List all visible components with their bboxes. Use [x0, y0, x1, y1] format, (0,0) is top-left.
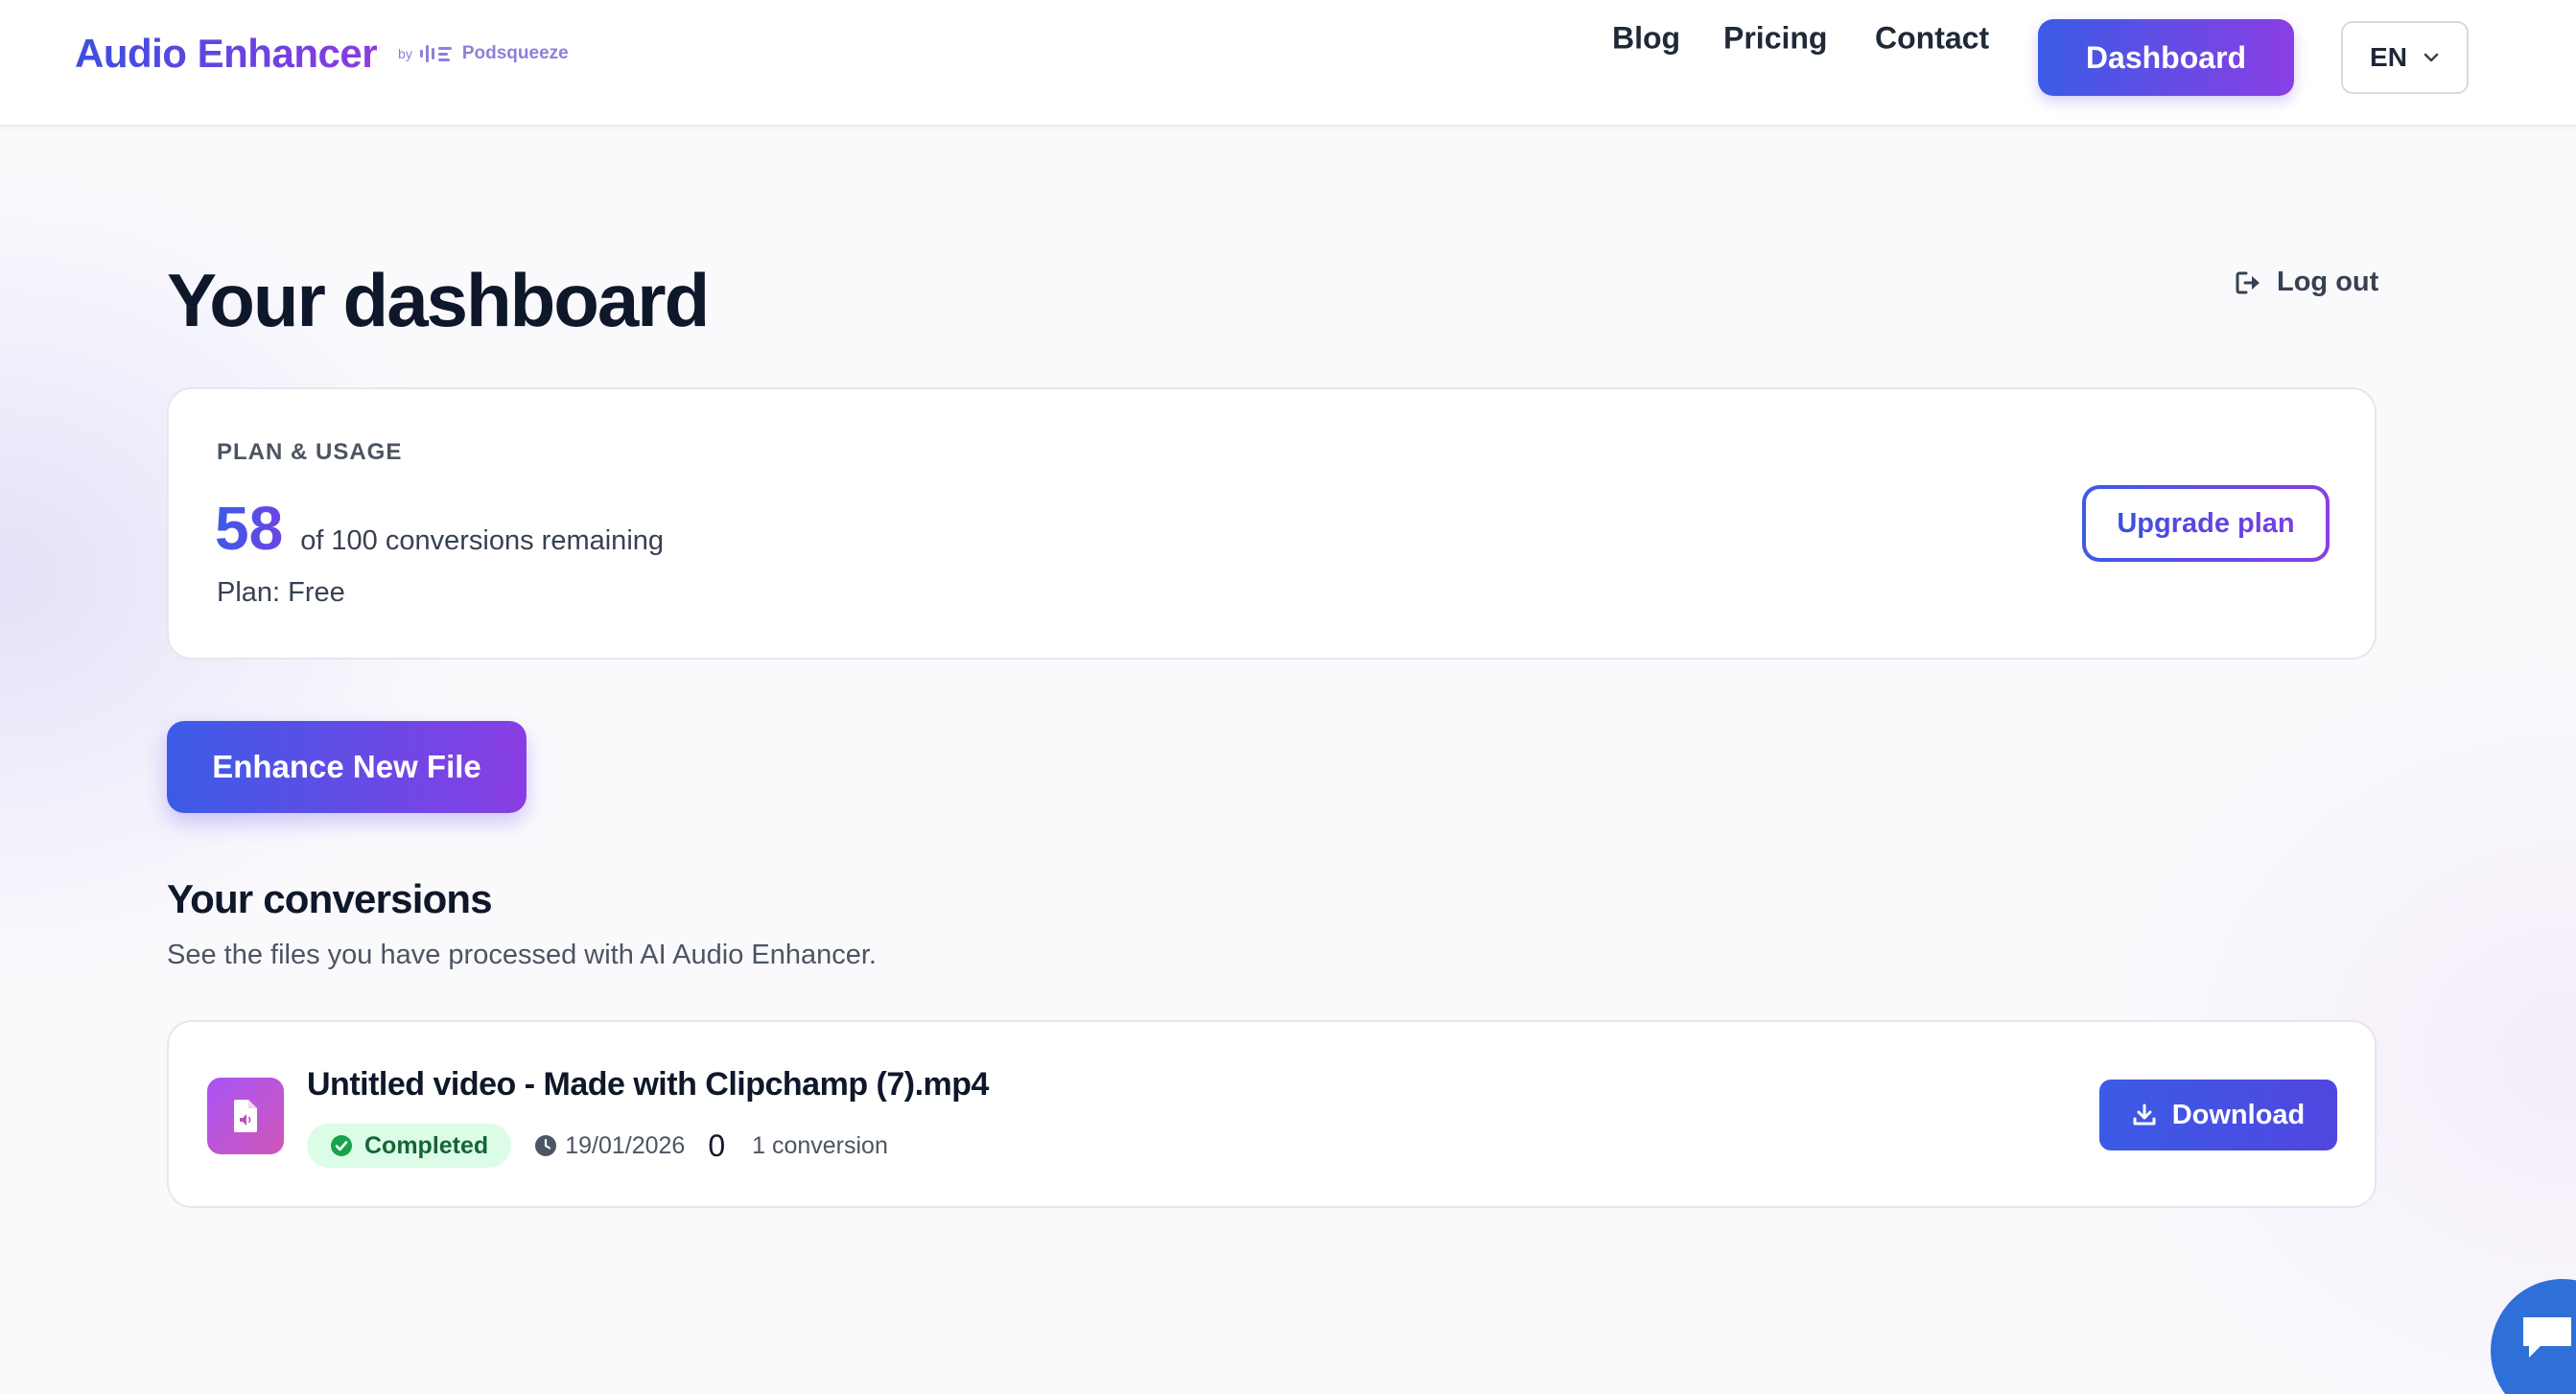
nav-blog[interactable]: Blog: [1612, 21, 1680, 57]
top-header: Audio Enhancer by Podsqueeze Blog Pricin…: [0, 0, 2576, 127]
chevron-down-icon: [2424, 53, 2439, 62]
download-label: Download: [2171, 1099, 2306, 1130]
logout-button[interactable]: Log out: [2235, 267, 2378, 298]
plan-name: Plan: Free: [217, 577, 345, 608]
conversion-count: 1 conversion: [752, 1131, 888, 1159]
logout-label: Log out: [2277, 267, 2379, 297]
counter-value: 0: [708, 1127, 726, 1163]
audio-file-icon: [207, 1078, 284, 1154]
conversion-date: 19/01/2026: [534, 1132, 685, 1160]
chat-icon: [2523, 1317, 2571, 1358]
upgrade-plan-label: Upgrade plan: [2117, 507, 2295, 539]
file-name: Untitled video - Made with Clipchamp (7)…: [307, 1066, 989, 1103]
plan-section-label: PLAN & USAGE: [217, 439, 403, 465]
page-title: Your dashboard: [167, 258, 710, 342]
nav-pricing[interactable]: Pricing: [1723, 21, 1827, 57]
date-value: 19/01/2026: [565, 1131, 686, 1159]
status-label: Completed: [364, 1131, 489, 1159]
check-circle-icon: [331, 1135, 352, 1156]
conversions-title: Your conversions: [167, 876, 493, 921]
remaining-count: 58: [215, 494, 284, 563]
logo-by-label: by: [398, 46, 412, 61]
nav-contact[interactable]: Contact: [1875, 21, 1989, 57]
status-badge: Completed: [307, 1124, 512, 1168]
dashboard-button[interactable]: Dashboard: [2038, 19, 2294, 96]
clock-icon: [535, 1135, 557, 1156]
podsqueeze-logo-icon: [419, 45, 452, 62]
language-value: EN: [2370, 42, 2407, 72]
plan-usage-card: PLAN & USAGE 58 of 100 conversions remai…: [167, 387, 2377, 660]
upgrade-plan-button[interactable]: Upgrade plan: [2082, 485, 2330, 562]
conversions-remaining: 58 of 100 conversions remaining: [215, 493, 664, 564]
logo-byline: by Podsqueeze: [398, 43, 569, 64]
enhance-new-file-button[interactable]: Enhance New File: [167, 721, 527, 813]
logo[interactable]: Audio Enhancer by Podsqueeze: [75, 31, 569, 77]
conversion-list-item: Untitled video - Made with Clipchamp (7)…: [167, 1020, 2377, 1208]
language-select[interactable]: EN: [2341, 21, 2469, 94]
chat-widget-button[interactable]: [2491, 1279, 2576, 1394]
logo-brand: Podsqueeze: [461, 43, 569, 63]
download-button[interactable]: Download: [2099, 1080, 2337, 1150]
logout-icon: [2236, 271, 2260, 293]
remaining-text: of 100 conversions remaining: [300, 525, 665, 556]
conversions-subtitle: See the files you have processed with AI…: [167, 940, 877, 970]
logo-text[interactable]: Audio Enhancer: [75, 31, 378, 77]
download-icon: [2133, 1104, 2156, 1126]
conversion-meta: Completed 19/01/2026 0 1 conversion: [307, 1124, 888, 1168]
